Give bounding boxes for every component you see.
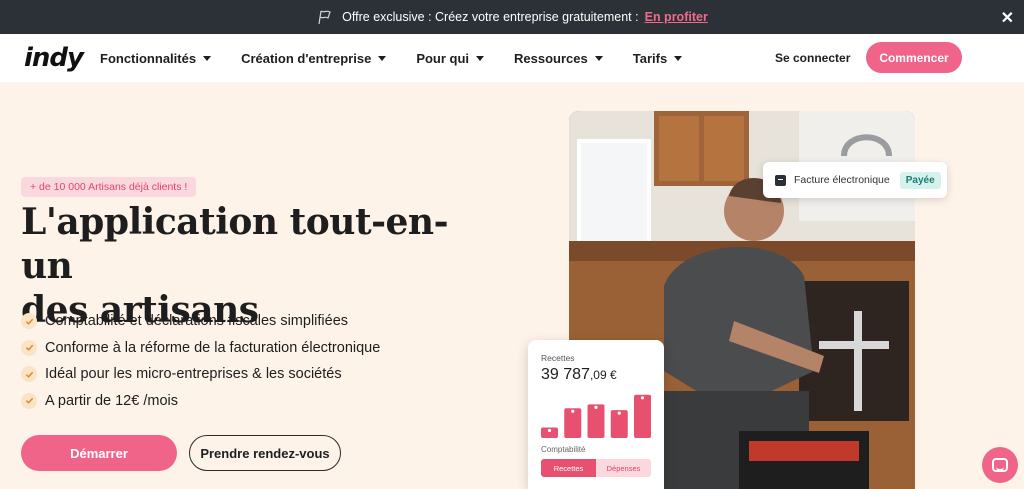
nav-item-label: Tarifs xyxy=(632,50,668,66)
nav-item-label: Pour qui xyxy=(416,50,470,66)
main-nav: indy Fonctionnalités Création d'entrepri… xyxy=(0,34,1024,82)
close-icon[interactable]: ✕ xyxy=(1001,8,1014,28)
accounting-label: Comptabilité xyxy=(541,445,586,454)
start-button[interactable]: Commencer xyxy=(866,42,962,73)
chevron-down-icon xyxy=(476,55,485,61)
check-icon xyxy=(21,392,37,409)
revenue-card: Recettes 39 787,09 € Comptabilité Recett… xyxy=(528,340,664,489)
nav-item-label: Création d'entreprise xyxy=(241,50,372,66)
check-icon xyxy=(21,339,37,356)
nav-item-fonctionnalites[interactable]: Fonctionnalités xyxy=(100,50,212,66)
revenue-label: Recettes xyxy=(541,353,575,363)
chevron-down-icon xyxy=(203,55,212,61)
invoice-label: Facture électronique xyxy=(794,174,890,186)
revenue-tabs: Recettes Dépenses xyxy=(541,459,651,477)
revenue-amount-main: 39 787 xyxy=(541,366,590,383)
logo[interactable]: indy xyxy=(24,43,84,73)
revenue-bar xyxy=(587,404,605,438)
revenue-bar-chart xyxy=(541,394,651,438)
nav-item-label: Fonctionnalités xyxy=(100,50,197,66)
list-item: Conforme à la réforme de la facturation … xyxy=(21,335,380,362)
revenue-point xyxy=(571,409,575,413)
chevron-down-icon xyxy=(674,55,683,61)
announcement-link[interactable]: En profiter xyxy=(645,10,708,24)
chat-icon xyxy=(992,458,1008,472)
document-icon xyxy=(775,174,786,186)
feature-text: Idéal pour les micro-entreprises & les s… xyxy=(45,366,342,383)
revenue-amount: 39 787,09 € xyxy=(541,366,617,384)
nav-item-tarifs[interactable]: Tarifs xyxy=(632,50,683,66)
status-badge: Payée xyxy=(899,171,941,189)
tab-recettes[interactable]: Recettes xyxy=(541,459,596,477)
clients-badge: + de 10 000 Artisans déjà clients ! xyxy=(21,177,197,197)
start-cta-button[interactable]: Démarrer xyxy=(21,435,177,471)
headline-line-1: L'application tout-en-un xyxy=(21,201,449,287)
check-icon xyxy=(21,366,37,383)
revenue-point xyxy=(617,411,621,415)
book-appointment-button[interactable]: Prendre rendez-vous xyxy=(189,435,341,471)
chat-button[interactable] xyxy=(982,447,1018,483)
revenue-bar xyxy=(634,394,651,438)
chevron-down-icon xyxy=(594,55,603,61)
list-item: Idéal pour les micro-entreprises & les s… xyxy=(21,361,380,388)
list-item: Comptabilité et déclarations fiscales si… xyxy=(21,308,380,335)
chevron-down-icon xyxy=(378,55,387,61)
feature-text: A partir de 12€ /mois xyxy=(45,392,178,409)
check-icon xyxy=(21,313,37,330)
revenue-point xyxy=(594,405,598,409)
invoice-notification: Facture électronique Payée xyxy=(763,162,947,198)
list-item: A partir de 12€ /mois xyxy=(21,388,380,415)
feature-text: Conforme à la réforme de la facturation … xyxy=(45,339,381,356)
feature-list: Comptabilité et déclarations fiscales si… xyxy=(21,308,380,414)
announcement-bar: Offre exclusive : Créez votre entreprise… xyxy=(0,0,1024,34)
nav-menu: Fonctionnalités Création d'entreprise Po… xyxy=(100,34,712,82)
nav-item-label: Ressources xyxy=(514,50,588,66)
login-link[interactable]: Se connecter xyxy=(775,51,850,65)
announcement-text: Offre exclusive : Créez votre entreprise… xyxy=(342,10,639,24)
tab-depenses[interactable]: Dépenses xyxy=(596,459,651,477)
nav-item-ressources[interactable]: Ressources xyxy=(514,51,603,66)
flag-icon xyxy=(316,9,332,25)
revenue-point xyxy=(547,428,552,433)
feature-text: Comptabilité et déclarations fiscales si… xyxy=(45,313,349,330)
nav-item-pour-qui[interactable]: Pour qui xyxy=(416,50,485,66)
revenue-amount-decimals: ,09 € xyxy=(589,368,617,382)
nav-item-creation-entreprise[interactable]: Création d'entreprise xyxy=(241,50,387,66)
revenue-point xyxy=(640,396,645,400)
